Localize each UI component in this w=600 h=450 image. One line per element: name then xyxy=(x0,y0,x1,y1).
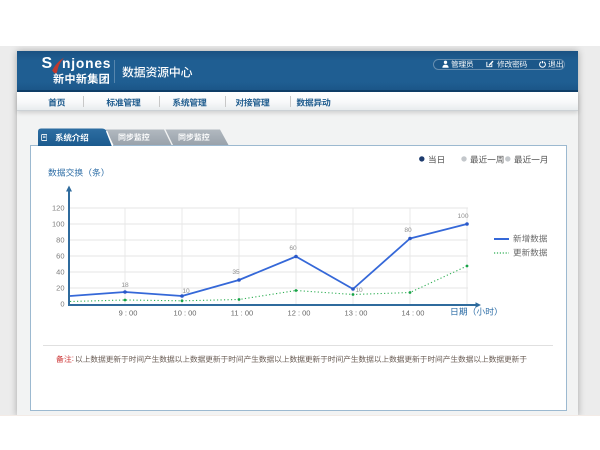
svg-text:40: 40 xyxy=(56,268,64,277)
svg-text:9 : 00: 9 : 00 xyxy=(119,309,138,318)
svg-text:18: 18 xyxy=(121,282,129,289)
svg-text:12 : 00: 12 : 00 xyxy=(288,309,311,318)
svg-text:20: 20 xyxy=(56,284,64,293)
svg-text:10: 10 xyxy=(182,288,190,295)
svg-text:100: 100 xyxy=(52,220,65,229)
svg-text:0: 0 xyxy=(60,300,64,309)
svg-text:11 : 00: 11 : 00 xyxy=(231,309,253,318)
svg-text:10: 10 xyxy=(355,287,363,294)
svg-text:13 : 00: 13 : 00 xyxy=(345,309,368,318)
svg-text:100: 100 xyxy=(457,213,468,220)
svg-text:10 : 00: 10 : 00 xyxy=(174,309,197,318)
svg-text:80: 80 xyxy=(404,227,412,234)
svg-text:120: 120 xyxy=(52,204,65,213)
svg-text:60: 60 xyxy=(56,252,64,261)
svg-text:14 : 00: 14 : 00 xyxy=(402,309,425,318)
svg-text:35: 35 xyxy=(232,269,240,276)
svg-text:60: 60 xyxy=(289,245,297,252)
svg-text:80: 80 xyxy=(56,236,64,245)
